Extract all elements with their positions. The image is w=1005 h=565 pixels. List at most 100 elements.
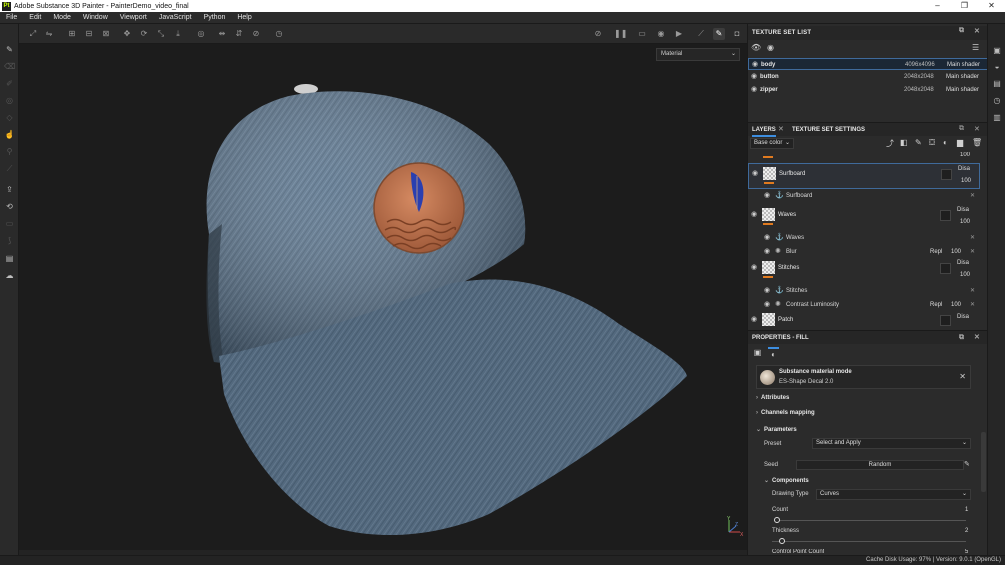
add-fill-layer-icon[interactable]: ⛋: [929, 138, 935, 148]
section-components[interactable]: ⌄ Components: [764, 477, 809, 484]
count-value[interactable]: 1: [965, 507, 968, 513]
effect-blend-mode[interactable]: Repl: [930, 299, 942, 311]
camera-icon[interactable]: ▶: [673, 28, 685, 40]
geometry-mask-icon[interactable]: ◎: [4, 95, 15, 106]
add-paint-layer-icon[interactable]: ✎: [915, 138, 922, 147]
material-properties-icon[interactable]: ◐: [768, 347, 779, 359]
library-icon[interactable]: ☁: [4, 270, 15, 281]
menu-file[interactable]: File: [0, 14, 23, 21]
projection-icon[interactable]: ✐: [4, 78, 15, 89]
move-icon[interactable]: ✥: [121, 28, 133, 40]
layer-item[interactable]: ◉ Stitches Disa 100: [748, 258, 980, 284]
effect-opacity[interactable]: 100: [951, 246, 961, 258]
close-panel-icon[interactable]: ✕: [974, 331, 980, 345]
close-panel-icon[interactable]: ✕: [974, 125, 980, 133]
close-tab-icon[interactable]: ✕: [778, 125, 784, 133]
maximize-button[interactable]: ❐: [951, 0, 978, 12]
count-slider-track[interactable]: [776, 520, 966, 521]
layer-blend-mode[interactable]: Disa: [957, 314, 969, 320]
transform-icon[interactable]: ⟲: [4, 201, 15, 212]
texture-set-row[interactable]: ◉ button 2048x2048 Main shader: [748, 71, 988, 83]
layer-item[interactable]: ◉ Waves Disa 100: [748, 205, 980, 231]
smudge-icon[interactable]: ☝: [4, 129, 15, 140]
layer-blend-mode[interactable]: Disa: [957, 260, 969, 266]
section-attributes[interactable]: › Attributes: [756, 395, 789, 401]
layer-name[interactable]: Patch: [778, 317, 793, 323]
remove-effect-icon[interactable]: ✕: [970, 190, 975, 202]
mirror-icon[interactable]: ⇋: [43, 28, 55, 40]
scale-icon[interactable]: ⤡: [155, 28, 167, 40]
menu-edit[interactable]: Edit: [23, 14, 47, 21]
layer-item[interactable]: ◉ Patch Disa: [748, 312, 980, 328]
remove-effect-icon[interactable]: ✕: [970, 299, 975, 311]
float-icon[interactable]: ⧉: [959, 125, 964, 133]
channel-dropdown[interactable]: Base color ⌄: [750, 138, 794, 149]
eye-solo-icon[interactable]: ◉: [767, 43, 774, 52]
effect-opacity[interactable]: 100: [951, 299, 961, 311]
layer-mask-thumbnail[interactable]: [940, 315, 951, 326]
menu-python[interactable]: Python: [198, 14, 232, 21]
brush-mode-icon[interactable]: ✎: [713, 28, 725, 40]
download-icon[interactable]: ⤓: [172, 28, 184, 40]
eye-icon[interactable]: ◉: [751, 210, 757, 218]
flip-v-icon[interactable]: ⇵: [233, 28, 245, 40]
grid-icon[interactable]: ⊟: [83, 28, 95, 40]
texture-set-row[interactable]: ◉ zipper 2048x2048 Main shader: [748, 84, 988, 96]
paint-brush-icon[interactable]: ✎: [4, 44, 15, 55]
thickness-slider-knob[interactable]: [779, 538, 785, 544]
pause-icon[interactable]: ❚❚: [614, 28, 627, 40]
properties-scrollbar[interactable]: [981, 432, 986, 492]
effect-blend-mode[interactable]: Repl: [930, 246, 942, 258]
delete-layer-icon[interactable]: 🗑: [972, 138, 982, 147]
texture-set-shader[interactable]: Main shader: [947, 59, 980, 71]
remove-effect-icon[interactable]: ✕: [970, 232, 975, 244]
eye-icon[interactable]: ◉: [764, 299, 770, 311]
layer-mask-thumbnail[interactable]: [941, 169, 952, 180]
drawing-type-dropdown[interactable]: Curves ⌄: [816, 489, 971, 500]
layer-name[interactable]: Stitches: [778, 265, 799, 271]
add-effect-icon[interactable]: ⤴: [886, 138, 894, 149]
close-button[interactable]: ✕: [978, 0, 1005, 12]
minimize-button[interactable]: –: [924, 0, 951, 12]
eye-icon[interactable]: ◉: [751, 84, 757, 96]
eye-icon[interactable]: ◉: [752, 169, 758, 177]
layer-blend-mode[interactable]: Disa: [958, 166, 970, 172]
eye-icon[interactable]: ◉: [751, 315, 757, 323]
count-slider-knob[interactable]: [774, 517, 780, 523]
layer-name[interactable]: Waves: [778, 212, 796, 218]
color-picker-icon[interactable]: ⟋: [4, 163, 15, 174]
eye-icon[interactable]: ◉: [764, 285, 770, 297]
3d-viewport[interactable]: Material ⌄ Y X Z: [19, 44, 747, 550]
tab-layers[interactable]: LAYERS: [752, 123, 776, 137]
layer-effect-row[interactable]: ◉ ⚓ Stitches ✕: [748, 285, 980, 297]
float-icon[interactable]: ⧉: [959, 331, 964, 345]
section-parameters[interactable]: ⌄ Parameters: [756, 426, 797, 433]
eye-toggle-all-icon[interactable]: 👁: [751, 43, 761, 52]
float-icon[interactable]: ⧉: [959, 27, 964, 35]
path-icon[interactable]: ⟆: [4, 235, 15, 246]
viewer-settings-icon[interactable]: ▤: [992, 79, 1002, 89]
menu-viewport[interactable]: Viewport: [114, 14, 153, 21]
hide-icon[interactable]: ⊘: [592, 28, 604, 40]
layer-effect-row[interactable]: ◉ ✺ Contrast Luminosity Repl 100 ✕: [748, 299, 980, 311]
display-settings-icon[interactable]: ◒: [992, 62, 1002, 72]
close-panel-icon[interactable]: ✕: [974, 27, 980, 35]
menu-mode[interactable]: Mode: [47, 14, 77, 21]
remove-effect-icon[interactable]: ✕: [970, 246, 975, 258]
eraser-icon[interactable]: ⌫: [4, 61, 15, 72]
menu-window[interactable]: Window: [77, 14, 114, 21]
layer-effect-row[interactable]: ◉ ⚓ Waves ✕: [748, 232, 980, 244]
layer-mask-thumbnail[interactable]: [940, 263, 951, 274]
rotate-icon[interactable]: ⟳: [138, 28, 150, 40]
eye-icon[interactable]: ◉: [751, 263, 757, 271]
tab-texture-set-settings[interactable]: TEXTURE SET SETTINGS: [792, 123, 865, 137]
menu-javascript[interactable]: JavaScript: [153, 14, 198, 21]
eye-icon[interactable]: ◉: [764, 246, 770, 258]
layer-effect-row[interactable]: ◉ ✺ Blur Repl 100 ✕: [748, 246, 980, 258]
thickness-slider-track[interactable]: [772, 541, 966, 542]
preset-dropdown[interactable]: Select and Apply ⌄: [812, 438, 971, 449]
paint-mode-icon[interactable]: ⟋: [695, 28, 707, 40]
clone-icon[interactable]: ⚲: [4, 146, 15, 157]
eye-icon[interactable]: ◉: [764, 190, 770, 202]
thickness-value[interactable]: 2: [965, 528, 968, 534]
